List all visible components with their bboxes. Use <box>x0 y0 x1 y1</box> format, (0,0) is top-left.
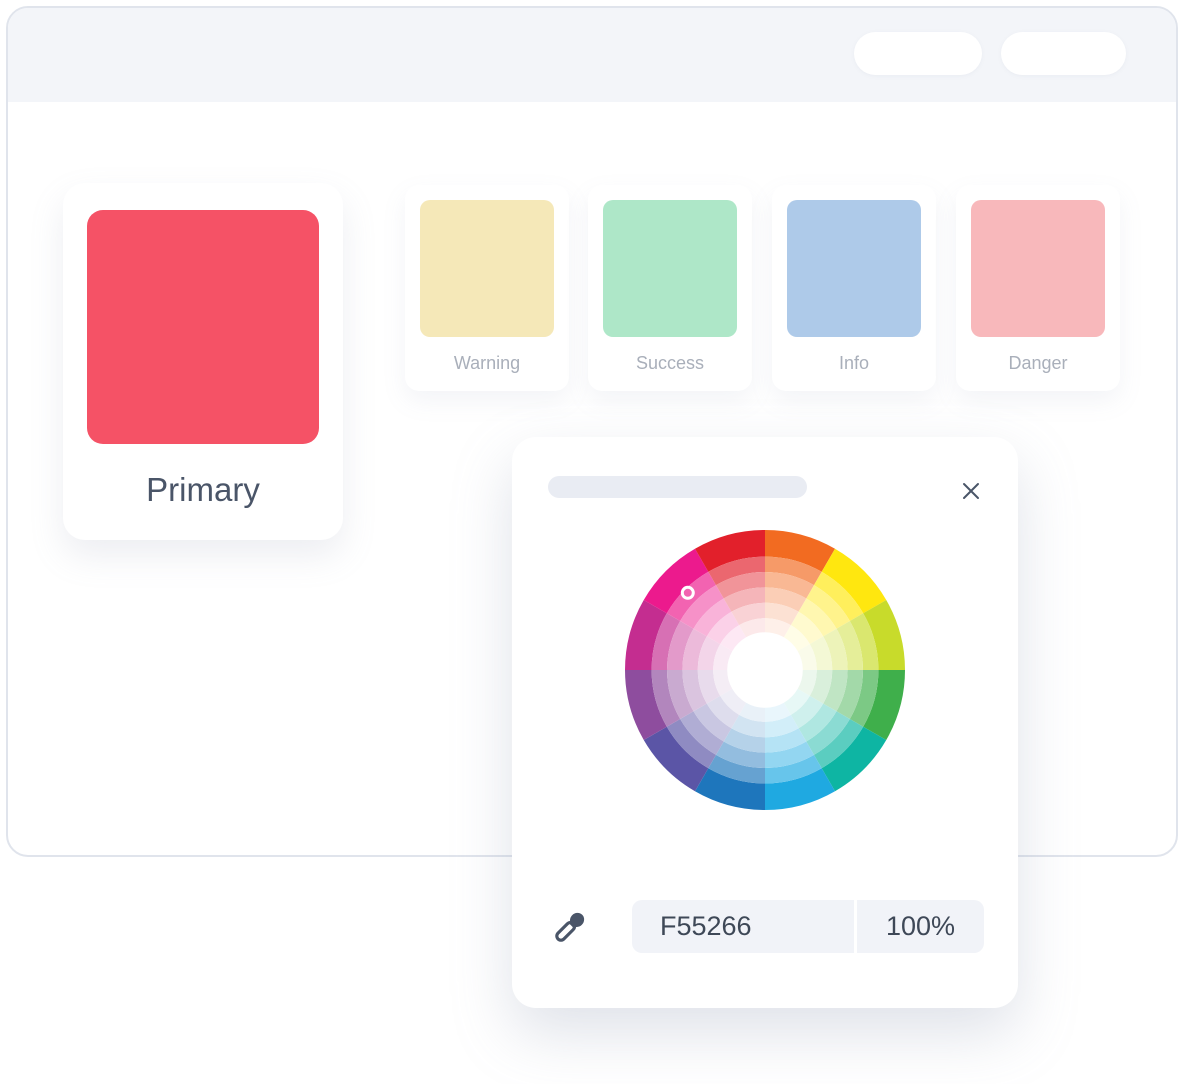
warning-color-swatch[interactable] <box>420 200 554 337</box>
info-color-swatch[interactable] <box>787 200 921 337</box>
color-wheel-svg[interactable] <box>625 530 905 810</box>
color-value-fields: F55266 100% <box>632 900 984 953</box>
color-card-success[interactable]: Success <box>588 185 752 391</box>
eyedropper-button[interactable] <box>548 907 590 949</box>
eyedropper-icon <box>550 909 588 947</box>
hex-value: F55266 <box>660 911 752 942</box>
modal-title-skeleton <box>548 476 807 498</box>
color-picker-modal: F55266 100% <box>512 437 1018 1008</box>
color-card-warning[interactable]: Warning <box>405 185 569 391</box>
hex-input[interactable]: F55266 <box>632 900 857 953</box>
opacity-value: 100% <box>886 911 955 942</box>
close-button[interactable] <box>953 473 989 509</box>
opacity-input[interactable]: 100% <box>857 900 984 953</box>
color-card-danger[interactable]: Danger <box>956 185 1120 391</box>
header-button-pill-1[interactable] <box>854 32 982 75</box>
primary-color-card[interactable]: Primary <box>63 183 343 540</box>
color-wheel[interactable] <box>625 530 905 810</box>
danger-color-label: Danger <box>956 353 1120 374</box>
primary-color-label: Primary <box>63 471 343 509</box>
success-color-swatch[interactable] <box>603 200 737 337</box>
color-card-info[interactable]: Info <box>772 185 936 391</box>
primary-color-swatch[interactable] <box>87 210 319 444</box>
close-icon <box>960 480 982 502</box>
window-header <box>8 8 1176 102</box>
success-color-label: Success <box>588 353 752 374</box>
header-button-pill-2[interactable] <box>1001 32 1126 75</box>
warning-color-label: Warning <box>405 353 569 374</box>
info-color-label: Info <box>772 353 936 374</box>
danger-color-swatch[interactable] <box>971 200 1105 337</box>
